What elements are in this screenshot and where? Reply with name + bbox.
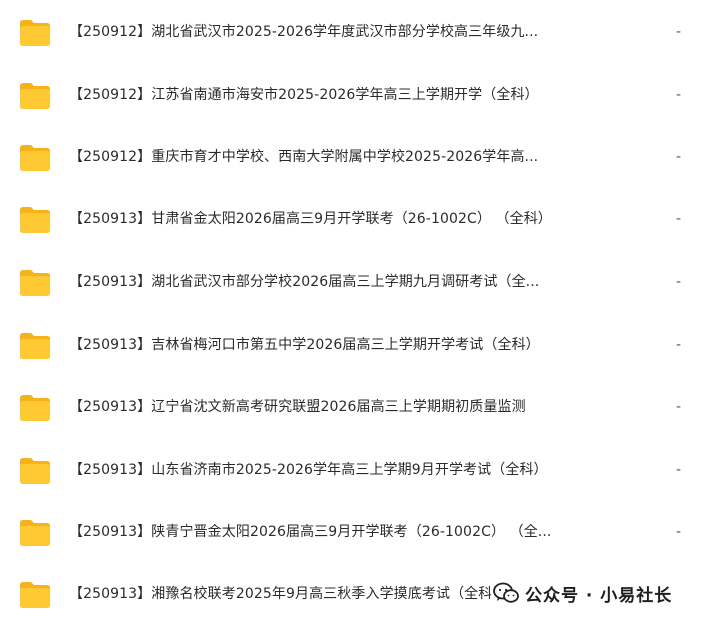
folder-icon [20,270,50,296]
folder-icon [20,333,50,359]
watermark: 公众号 · 小易社长 [491,580,677,606]
folder-meta: - [676,462,682,478]
folder-icon [20,20,50,46]
file-list: 【250912】湖北省武汉市2025-2026学年度武汉市部分学校高三年级九..… [0,0,702,620]
folder-icon [20,458,50,484]
folder-name: 【250913】山东省济南市2025-2026学年高三上学期9月开学考试（全科） [69,462,548,478]
folder-icon [20,145,50,171]
folder-row[interactable]: 【250913】陕青宁晋金太阳2026届高三9月开学联考（26-1002C） （… [0,501,702,563]
folder-meta: - [676,87,682,103]
folder-icon [20,207,50,233]
folder-meta: - [676,399,682,415]
folder-name: 【250913】吉林省梅河口市第五中学2026届高三上学期开学考试（全科） [69,337,540,353]
folder-row[interactable]: 【250913】吉林省梅河口市第五中学2026届高三上学期开学考试（全科） - [0,314,702,376]
watermark-text: 公众号 · 小易社长 [525,585,673,606]
folder-row[interactable]: 【250913】山东省济南市2025-2026学年高三上学期9月开学考试（全科）… [0,439,702,501]
folder-icon [20,395,50,421]
folder-row[interactable]: 【250912】湖北省武汉市2025-2026学年度武汉市部分学校高三年级九..… [0,1,702,63]
folder-name: 【250913】辽宁省沈文新高考研究联盟2026届高三上学期期初质量监测 [69,399,526,415]
folder-name: 【250912】江苏省南通市海安市2025-2026学年高三上学期开学（全科） [69,87,539,103]
folder-name: 【250913】甘肃省金太阳2026届高三9月开学联考（26-1002C） （全… [69,211,552,227]
folder-icon [20,520,50,546]
folder-meta: - [676,524,682,540]
folder-name: 【250912】重庆市育才中学校、西南大学附属中学校2025-2026学年高..… [69,149,539,165]
folder-meta: - [676,274,682,290]
folder-meta: - [676,24,682,40]
folder-row[interactable]: 【250912】重庆市育才中学校、西南大学附属中学校2025-2026学年高..… [0,126,702,188]
folder-icon [20,83,50,109]
folder-name: 【250913】陕青宁晋金太阳2026届高三9月开学联考（26-1002C） （… [69,524,552,540]
folder-meta: - [676,337,682,353]
folder-meta: - [676,149,682,165]
folder-row[interactable]: 【250913】甘肃省金太阳2026届高三9月开学联考（26-1002C） （全… [0,188,702,250]
wechat-icon [493,582,519,603]
folder-name: 【250913】湘豫名校联考2025年9月高三秋季入学摸底考试（全科） [69,586,507,602]
folder-row[interactable]: 【250913】辽宁省沈文新高考研究联盟2026届高三上学期期初质量监测 - [0,376,702,438]
folder-icon [20,582,50,608]
folder-row[interactable]: 【250913】湖北省武汉市部分学校2026届高三上学期九月调研考试（全... … [0,251,702,313]
folder-name: 【250913】湖北省武汉市部分学校2026届高三上学期九月调研考试（全... [69,274,540,290]
folder-row[interactable]: 【250912】江苏省南通市海安市2025-2026学年高三上学期开学（全科） … [0,64,702,126]
folder-name: 【250912】湖北省武汉市2025-2026学年度武汉市部分学校高三年级九..… [69,24,539,40]
folder-meta: - [676,211,682,227]
